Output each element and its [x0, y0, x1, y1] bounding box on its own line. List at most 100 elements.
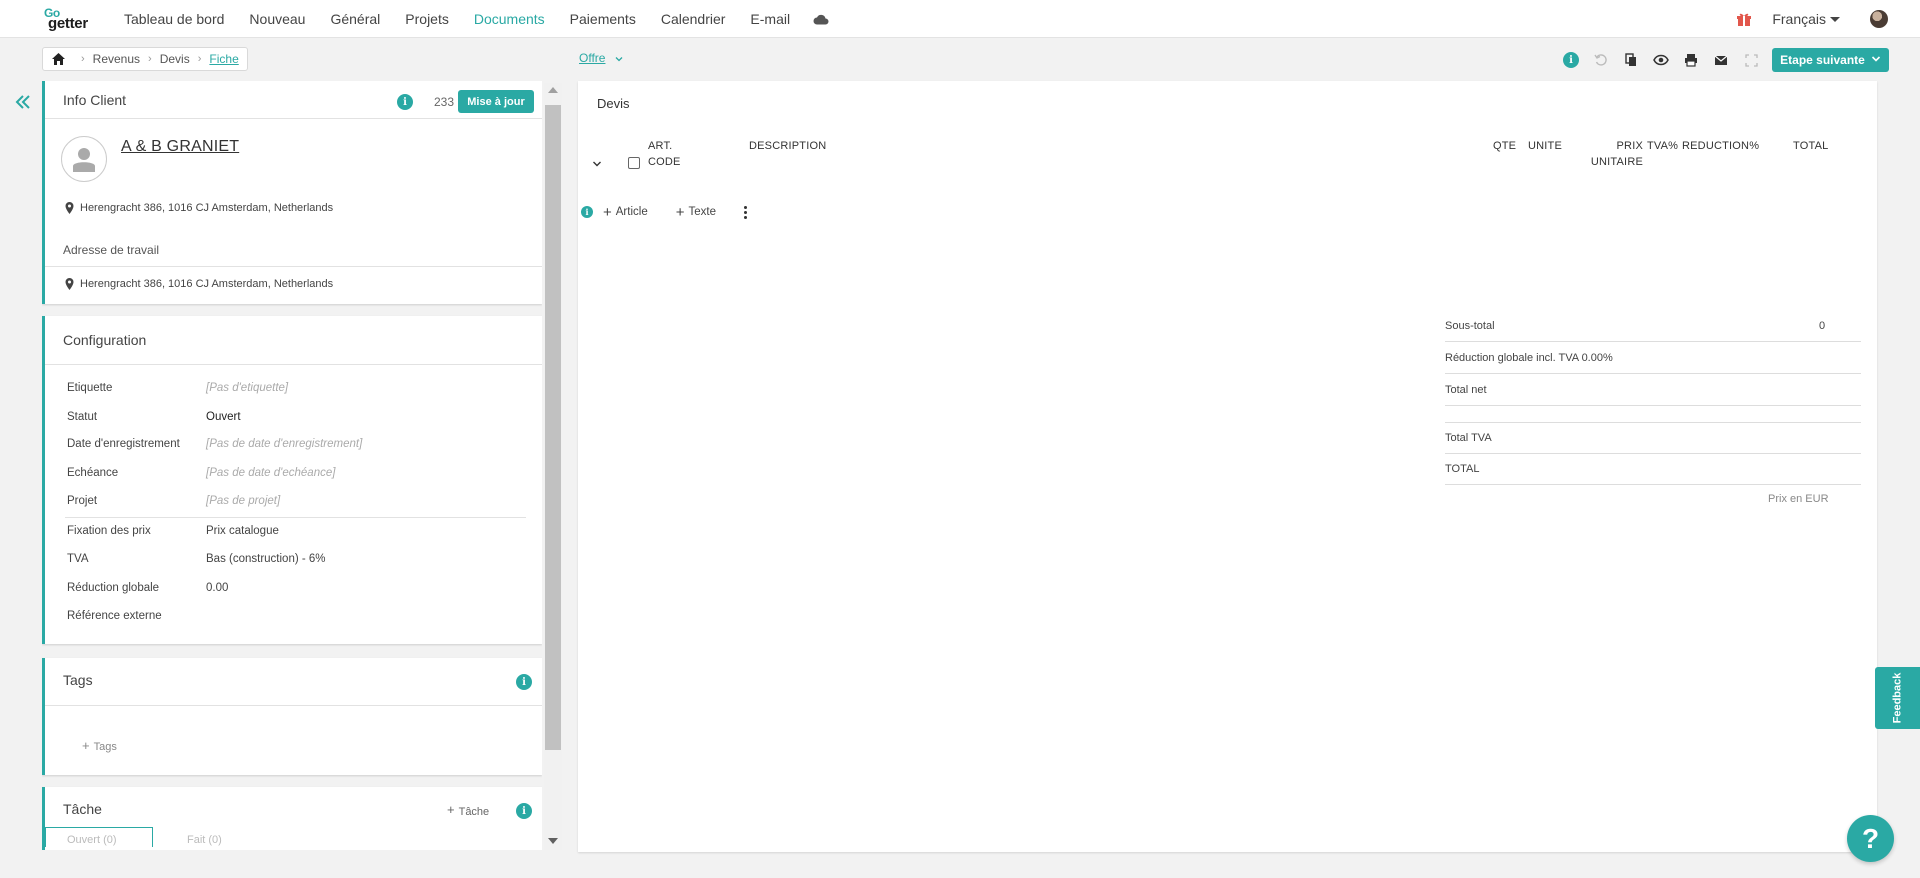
map-pin-icon — [65, 278, 74, 290]
nav-paiements[interactable]: Paiements — [570, 11, 636, 27]
info-icon[interactable]: i — [397, 94, 413, 110]
envelope-icon — [1714, 55, 1728, 65]
chevron-right-icon: › — [197, 53, 202, 65]
config-value-projet[interactable]: [Pas de projet] — [206, 495, 280, 507]
copy-button[interactable] — [1616, 50, 1646, 70]
left-panel-scrollbar[interactable] — [544, 83, 562, 850]
document-toolbar: i Etape suivante — [1556, 48, 1889, 72]
nav-general[interactable]: Général — [330, 11, 380, 27]
user-avatar[interactable] — [1870, 10, 1888, 28]
tab-ouvert[interactable]: Ouvert (0) — [67, 834, 117, 846]
tache-card: Tâche + Tâche i Ouvert (0) Fait (0) — [42, 787, 542, 850]
select-all-checkbox[interactable] — [628, 157, 640, 169]
tags-card: Tags i + Tags — [42, 658, 542, 775]
add-article-button[interactable]: + Article — [603, 204, 648, 221]
nav-email[interactable]: E-mail — [750, 11, 790, 27]
breadcrumb-fiche[interactable]: Fiche — [209, 52, 238, 66]
feedback-tab[interactable]: Feedback — [1875, 667, 1920, 729]
nav-tableau-de-bord[interactable]: Tableau de bord — [124, 11, 224, 27]
col-description: DESCRIPTION — [749, 140, 827, 152]
work-address-label: Adresse de travail — [63, 243, 160, 257]
config-value-fixation-prix[interactable]: Prix catalogue — [206, 525, 279, 537]
tags-title: Tags — [63, 672, 93, 688]
config-label-reduction: Réduction globale — [67, 582, 160, 594]
add-texte-button[interactable]: + Texte — [676, 204, 716, 221]
language-selector[interactable]: Français — [1772, 11, 1840, 27]
divider — [45, 364, 542, 365]
config-value-date[interactable]: [Pas de date d'enregistrement] — [206, 438, 362, 450]
info-icon[interactable]: i — [581, 206, 593, 218]
divider — [65, 517, 526, 518]
configuration-title: Configuration — [63, 332, 147, 348]
fullscreen-button[interactable] — [1736, 50, 1766, 70]
scroll-down-arrow-icon[interactable] — [548, 838, 558, 844]
plus-icon: + — [82, 738, 90, 753]
chevron-down-icon[interactable] — [592, 157, 602, 167]
logo-getter: getter — [48, 15, 88, 32]
total-tva-row: Total TVA — [1445, 423, 1861, 454]
client-address: Herengracht 386, 1016 CJ Amsterdam, Neth… — [65, 202, 333, 214]
col-tva: TVA% — [1647, 140, 1679, 152]
config-label-fixation-prix: Fixation des prix — [67, 525, 151, 537]
tab-fait[interactable]: Fait (0) — [187, 834, 222, 846]
col-art-code-line2: CODE — [648, 156, 681, 168]
plus-icon: + — [675, 203, 685, 221]
config-value-statut[interactable]: Ouvert — [206, 411, 241, 423]
info-icon: i — [1563, 52, 1579, 68]
nav-nouveau[interactable]: Nouveau — [249, 11, 305, 27]
undo-icon — [1594, 54, 1607, 66]
config-value-echeance[interactable]: [Pas de date d'echéance] — [206, 467, 335, 479]
col-total: TOTAL — [1793, 140, 1829, 152]
reduction-label: Réduction globale incl. TVA 0.00% — [1445, 352, 1613, 364]
feedback-label: Feedback — [1891, 672, 1904, 724]
config-label-tva: TVA — [67, 553, 89, 565]
more-options-icon[interactable] — [743, 205, 748, 219]
add-tache-button[interactable]: + Tâche — [447, 802, 489, 818]
print-button[interactable] — [1676, 50, 1706, 70]
config-value-tva[interactable]: Bas (construction) - 6% — [206, 553, 326, 565]
config-label-projet: Projet — [67, 495, 98, 507]
work-address: Herengracht 386, 1016 CJ Amsterdam, Neth… — [65, 278, 333, 290]
config-label-etiquette: Etiquette — [67, 382, 113, 394]
config-label-reference: Référence externe — [67, 610, 162, 622]
scroll-thumb[interactable] — [545, 105, 561, 750]
client-address-text: Herengracht 386, 1016 CJ Amsterdam, Neth… — [80, 202, 334, 214]
nav-documents[interactable]: Documents — [474, 11, 545, 27]
gift-icon[interactable] — [1736, 11, 1752, 27]
update-button[interactable]: Mise à jour — [458, 90, 534, 113]
language-label: Français — [1772, 11, 1826, 27]
gogetter-logo[interactable]: Go getter — [42, 6, 102, 34]
undo-button[interactable] — [1586, 50, 1616, 70]
tache-title: Tâche — [63, 801, 102, 817]
chevron-down-icon[interactable] — [614, 52, 624, 62]
breadcrumb-revenus[interactable]: Revenus — [93, 52, 140, 66]
preview-button[interactable] — [1646, 50, 1676, 70]
divider — [45, 705, 542, 706]
grand-total-row: TOTAL — [1445, 454, 1861, 485]
scroll-up-arrow-icon[interactable] — [548, 87, 558, 93]
spacer-row — [1445, 407, 1861, 423]
config-value-reduction[interactable]: 0.00 — [206, 582, 228, 594]
collapse-panel-icon[interactable] — [14, 93, 32, 111]
nav-calendrier[interactable]: Calendrier — [661, 11, 726, 27]
cloud-icon[interactable] — [813, 14, 829, 25]
devis-title: Devis — [597, 96, 630, 111]
add-texte-label: Texte — [688, 206, 716, 218]
nav-projets[interactable]: Projets — [405, 11, 449, 27]
plus-icon: + — [603, 203, 612, 221]
home-icon[interactable] — [51, 52, 65, 66]
email-button[interactable] — [1706, 50, 1736, 70]
document-type-dropdown[interactable]: Offre — [579, 51, 605, 65]
help-button[interactable]: ? — [1847, 815, 1894, 862]
info-button[interactable]: i — [1556, 50, 1586, 70]
add-tag-button[interactable]: + Tags — [82, 738, 117, 753]
subtotal-row: Sous-total 0 — [1445, 311, 1861, 342]
breadcrumb-devis[interactable]: Devis — [160, 52, 190, 66]
config-value-etiquette[interactable]: [Pas d'etiquette] — [206, 382, 288, 394]
next-step-button[interactable]: Etape suivante — [1772, 48, 1889, 72]
info-icon[interactable]: i — [516, 674, 532, 690]
chevron-right-icon: › — [81, 53, 85, 65]
client-name-link[interactable]: A & B GRANIET — [121, 138, 239, 156]
info-icon[interactable]: i — [516, 803, 532, 819]
nav-right: Français — [1736, 0, 1920, 38]
